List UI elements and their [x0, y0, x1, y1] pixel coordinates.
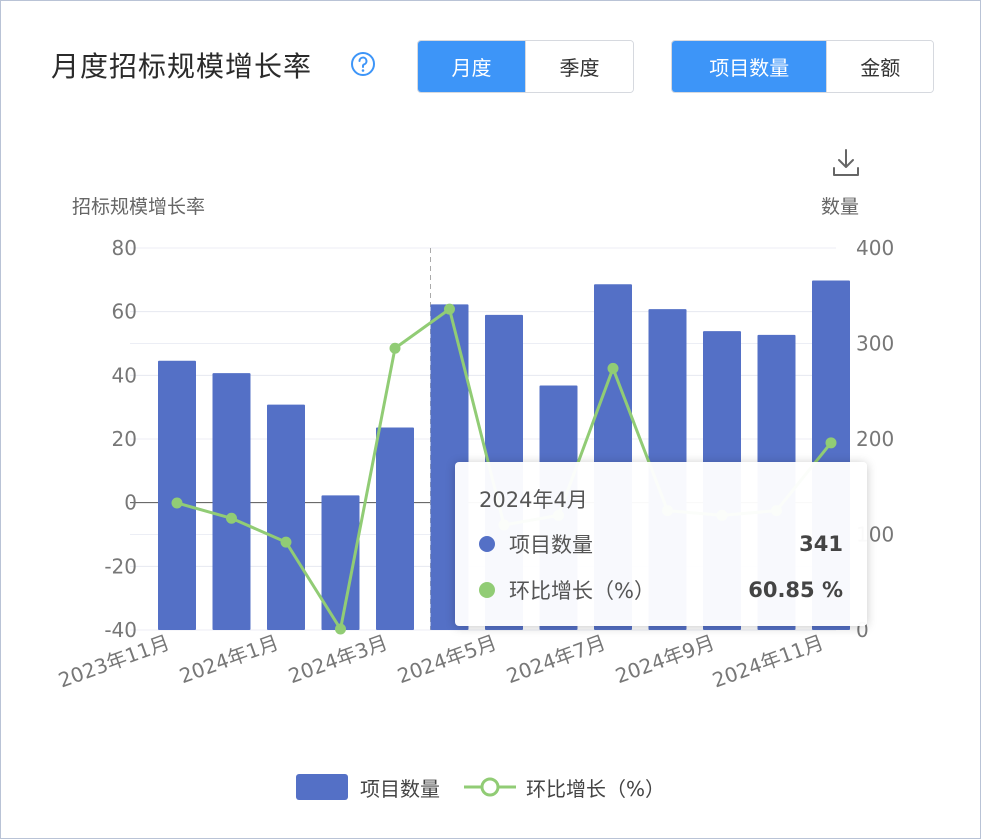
- tooltip-row-value: 341: [799, 532, 843, 556]
- legend-item-count[interactable]: 项目数量: [296, 773, 440, 802]
- left-tick-label: 0: [124, 491, 137, 515]
- line-point[interactable]: [280, 536, 292, 548]
- left-axis-title: 招标规模增长率: [72, 196, 205, 218]
- x-tick-label: 2024年7月: [503, 630, 609, 688]
- x-tick-label: 2024年9月: [612, 630, 718, 688]
- line-point[interactable]: [444, 303, 455, 315]
- x-axis-ticks: 2023年11月 2024年1月 2024年3月 2024年5月 2024年7月 2024…: [55, 630, 827, 692]
- tooltip-row-value: 60.85 %: [748, 578, 843, 602]
- left-tick-label: 40: [112, 363, 137, 387]
- tooltip-row-growth: 环比增长（%） 60.85 %: [479, 575, 843, 605]
- left-tick-label: -40: [104, 618, 137, 642]
- left-axis-ticks: 80 60 40 20 0 -20 -40: [104, 236, 137, 642]
- tooltip-bar-dot: [479, 536, 495, 552]
- left-tick-label: -20: [104, 554, 137, 578]
- x-tick-label: 2024年11月: [709, 630, 827, 692]
- line-point[interactable]: [389, 342, 401, 354]
- tooltip-row-count: 项目数量 341: [479, 529, 843, 559]
- chart-canvas: 招标规模增长率 数量 806040200-20-40 4003002001000…: [55, 196, 894, 692]
- legend-label: 环比增长（%）: [526, 776, 666, 801]
- tooltip-row-name: 项目数量: [509, 533, 593, 557]
- bar[interactable]: [376, 427, 414, 630]
- axis-labels: 招标规模增长率 数量: [72, 196, 859, 218]
- legend-item-growth[interactable]: 环比增长（%）: [464, 773, 665, 802]
- line-point[interactable]: [825, 437, 837, 449]
- right-axis-title: 数量: [821, 196, 859, 218]
- right-tick-label: 200: [856, 427, 894, 451]
- left-tick-label: 60: [112, 300, 137, 324]
- legend-line-swatch: [464, 777, 516, 797]
- left-tick-label: 80: [112, 236, 137, 260]
- x-tick-label: 2024年3月: [285, 630, 391, 688]
- line-point[interactable]: [226, 512, 237, 524]
- tooltip-row-name: 环比增长（%）: [509, 579, 655, 603]
- tooltip-line-dot: [479, 582, 495, 598]
- x-tick-label: 2024年5月: [394, 630, 500, 688]
- bar[interactable]: [212, 373, 251, 630]
- x-tick-label: 2024年1月: [176, 630, 282, 688]
- legend-label: 项目数量: [360, 776, 440, 801]
- right-tick-label: 300: [856, 332, 894, 356]
- legend-bar-swatch: [296, 774, 348, 800]
- chart-legend: 项目数量 环比增长（%）: [296, 770, 689, 804]
- left-tick-label: 20: [112, 427, 137, 451]
- line-point[interactable]: [335, 623, 346, 635]
- bar[interactable]: [158, 360, 196, 630]
- right-tick-label: 400: [856, 236, 894, 260]
- line-point[interactable]: [607, 362, 619, 374]
- tooltip-title: 2024年4月: [479, 488, 588, 512]
- chart-tooltip: 2024年4月 项目数量 341 环比增长（%） 60.85 %: [455, 462, 867, 626]
- bar[interactable]: [267, 404, 305, 630]
- line-point[interactable]: [171, 497, 183, 509]
